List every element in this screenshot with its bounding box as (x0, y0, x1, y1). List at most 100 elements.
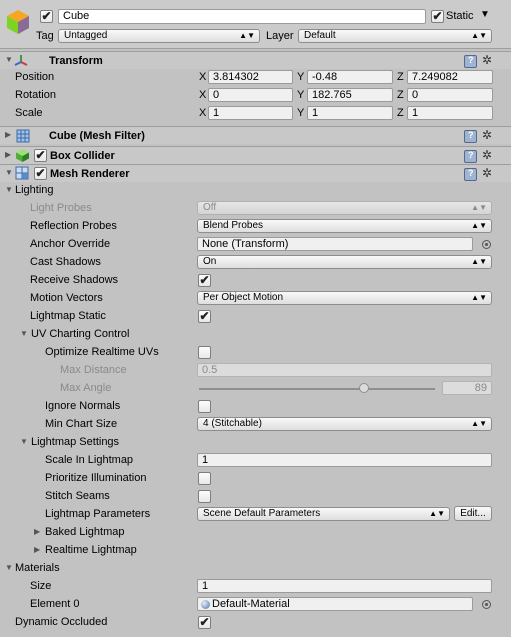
edit-lightmap-parameters-button[interactable]: Edit... (454, 506, 492, 521)
rotation-z-field[interactable]: 0 (407, 88, 493, 102)
mesh-renderer-header[interactable]: ▼ ✔ Mesh Renderer ✲ (0, 164, 511, 182)
scale-z-field[interactable]: 1 (407, 106, 493, 120)
dynamic-occluded-checkbox[interactable]: ✔ (198, 616, 211, 629)
mesh-renderer-enabled-checkbox[interactable]: ✔ (34, 167, 47, 180)
layer-dropdown[interactable]: Default ▲▼ (298, 29, 492, 43)
prioritize-illumination-label: Prioritize Illumination (45, 472, 147, 484)
position-label: Position (15, 71, 55, 83)
object-picker-icon[interactable] (482, 240, 491, 249)
receive-shadows-checkbox[interactable]: ✔ (198, 274, 211, 287)
lighting-section-label[interactable]: Lighting (15, 183, 54, 197)
gear-icon[interactable]: ✲ (482, 148, 492, 162)
tag-label: Tag (36, 30, 54, 42)
box-collider-header[interactable]: ▶ ✔ Box Collider ✲ (0, 146, 511, 164)
foldout-closed-icon[interactable]: ▶ (5, 128, 11, 142)
scale-x-field[interactable]: 1 (208, 106, 293, 120)
anchor-override-field[interactable]: None (Transform) (197, 237, 473, 251)
foldout-open-icon[interactable]: ▼ (5, 166, 13, 180)
tag-value: Untagged (64, 30, 108, 41)
mesh-filter-header[interactable]: ▶ Cube (Mesh Filter) ✲ (0, 126, 511, 144)
stitch-seams-checkbox[interactable] (198, 490, 211, 503)
rotation-y-axis: Y (297, 89, 305, 101)
object-name-input[interactable]: Cube (58, 9, 426, 24)
rotation-y-field[interactable]: 182.765 (307, 88, 393, 102)
gameobject-cube-icon (7, 10, 29, 34)
foldout-closed-icon[interactable]: ▶ (5, 148, 11, 162)
motion-vectors-dropdown[interactable]: Per Object Motion ▲▼ (197, 291, 492, 305)
chevron-down-icon: ▲▼ (471, 419, 487, 428)
materials-size-field[interactable]: 1 (197, 579, 492, 593)
baked-lightmap-foldout-icon[interactable]: ▶ (34, 525, 40, 539)
rotation-x-axis: X (199, 89, 207, 101)
scale-in-lightmap-field[interactable]: 1 (197, 453, 492, 467)
gear-icon[interactable]: ✲ (482, 53, 492, 67)
ignore-normals-checkbox[interactable] (198, 400, 211, 413)
rotation-label: Rotation (15, 89, 56, 101)
static-checkbox[interactable]: ✔ (431, 10, 444, 23)
foldout-open-icon[interactable]: ▼ (5, 53, 13, 67)
position-x-field[interactable]: 3.814302 (208, 70, 293, 84)
tag-dropdown[interactable]: Untagged ▲▼ (58, 29, 260, 43)
lightmap-parameters-dropdown[interactable]: Scene Default Parameters ▲▼ (197, 507, 450, 521)
lightmap-static-checkbox[interactable]: ✔ (198, 310, 211, 323)
mesh-renderer-icon (15, 166, 29, 180)
lightmap-settings-foldout-icon[interactable]: ▼ (20, 435, 28, 449)
min-chart-size-value: 4 (Stitchable) (203, 418, 262, 429)
static-dropdown-arrow[interactable]: ▼ (480, 8, 490, 22)
gear-icon[interactable]: ✲ (482, 128, 492, 142)
lightmap-parameters-label: Lightmap Parameters (45, 508, 151, 520)
materials-foldout-icon[interactable]: ▼ (5, 561, 13, 575)
rotation-z-axis: Z (397, 89, 404, 101)
realtime-lightmap-label[interactable]: Realtime Lightmap (45, 543, 137, 557)
element-0-field[interactable]: Default-Material (197, 597, 473, 611)
material-sphere-icon (201, 600, 210, 609)
scale-y-axis: Y (297, 107, 305, 119)
optimize-realtime-uvs-checkbox[interactable] (198, 346, 211, 359)
prioritize-illumination-checkbox[interactable] (198, 472, 211, 485)
help-icon[interactable] (464, 55, 477, 68)
object-picker-icon[interactable] (482, 600, 491, 609)
chevron-down-icon: ▲▼ (471, 31, 487, 40)
anchor-override-label: Anchor Override (30, 238, 111, 250)
baked-lightmap-label[interactable]: Baked Lightmap (45, 525, 125, 539)
min-chart-size-label: Min Chart Size (45, 418, 118, 430)
transform-header[interactable]: ▼ Transform ✲ (0, 51, 511, 69)
reflection-probes-dropdown[interactable]: Blend Probes ▲▼ (197, 219, 492, 233)
layer-label: Layer (266, 30, 294, 42)
lightmap-parameters-value: Scene Default Parameters (203, 508, 321, 519)
element-0-value: Default-Material (212, 598, 290, 610)
transform-axes-icon (14, 55, 28, 66)
min-chart-size-dropdown[interactable]: 4 (Stitchable) ▲▼ (197, 417, 492, 431)
max-angle-slider-track (199, 388, 435, 390)
gear-icon[interactable]: ✲ (482, 166, 492, 180)
position-x-axis: X (199, 71, 207, 83)
scale-y-field[interactable]: 1 (307, 106, 393, 120)
light-probes-value: Off (203, 202, 217, 213)
realtime-lightmap-foldout-icon[interactable]: ▶ (34, 543, 40, 557)
stitch-seams-label: Stitch Seams (45, 490, 110, 502)
rotation-x-field[interactable]: 0 (208, 88, 293, 102)
cast-shadows-dropdown[interactable]: On ▲▼ (197, 255, 492, 269)
position-z-axis: Z (397, 71, 404, 83)
position-z-field[interactable]: 7.249082 (407, 70, 493, 84)
help-icon[interactable] (464, 150, 477, 163)
uv-charting-foldout-icon[interactable]: ▼ (20, 327, 28, 341)
ignore-normals-label: Ignore Normals (45, 400, 121, 412)
mesh-filter-title: Cube (Mesh Filter) (49, 130, 145, 142)
box-collider-enabled-checkbox[interactable]: ✔ (34, 149, 47, 162)
max-angle-field: 89 (442, 381, 492, 395)
help-icon[interactable] (464, 130, 477, 143)
position-y-field[interactable]: -0.48 (307, 70, 393, 84)
help-icon[interactable] (464, 168, 477, 181)
chevron-down-icon: ▲▼ (429, 509, 445, 518)
scale-in-lightmap-label: Scale In Lightmap (45, 454, 134, 466)
lighting-foldout-icon[interactable]: ▼ (5, 183, 13, 197)
lightmap-settings-section-label[interactable]: Lightmap Settings (31, 435, 119, 449)
mesh-filter-grid-icon (16, 129, 30, 143)
chevron-down-icon: ▲▼ (471, 221, 487, 230)
chevron-down-icon: ▲▼ (471, 257, 487, 266)
uv-charting-section-label[interactable]: UV Charting Control (31, 327, 129, 341)
active-checkbox[interactable]: ✔ (40, 10, 53, 23)
lightmap-static-label: Lightmap Static (30, 310, 106, 322)
materials-section-label[interactable]: Materials (15, 561, 60, 575)
